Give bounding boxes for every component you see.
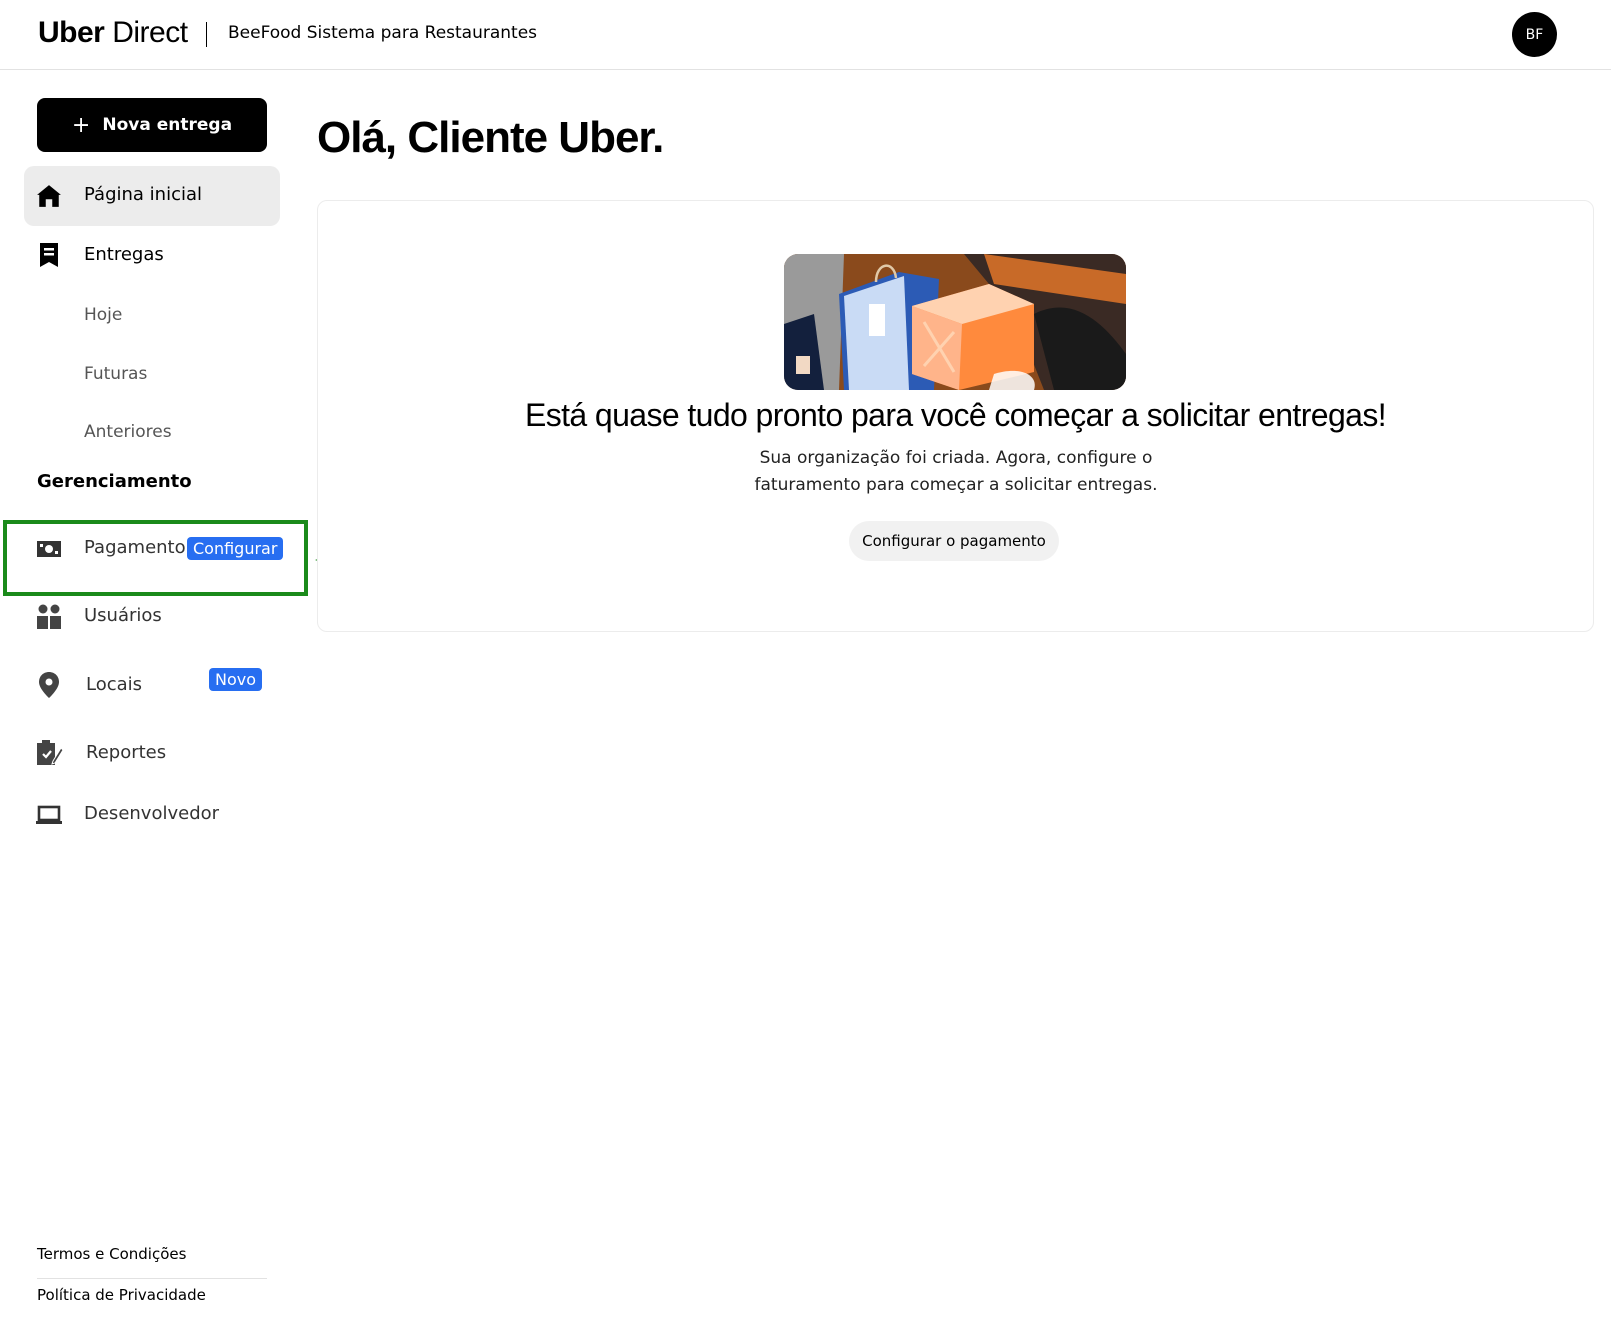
top-bar: Uber Direct BeeFood Sistema para Restaur… — [0, 0, 1611, 70]
location-pin-icon — [35, 671, 63, 699]
logo-bold-text: Uber — [38, 16, 105, 49]
sidebar-item-developer[interactable]: Desenvolvedor — [24, 788, 280, 844]
terms-link[interactable]: Termos e Condições — [37, 1245, 186, 1263]
onboarding-card: Está quase tudo pronto para você começar… — [317, 200, 1594, 632]
logo-divider — [206, 22, 207, 47]
sidebar-item-past[interactable]: Anteriores — [84, 422, 172, 442]
sidebar-item-label: Entregas — [84, 244, 164, 265]
management-section-title: Gerenciamento — [37, 471, 192, 492]
sidebar-item-home[interactable]: Página inicial — [24, 166, 280, 226]
sidebar-item-label: Usuários — [84, 605, 162, 626]
sidebar-item-label: Locais — [86, 674, 143, 695]
money-icon — [35, 535, 63, 563]
sidebar-item-today[interactable]: Hoje — [84, 305, 122, 325]
new-feature-badge: Novo — [209, 668, 263, 691]
sidebar-item-label: Desenvolvedor — [84, 803, 220, 824]
sidebar-item-deliveries[interactable]: Entregas — [24, 228, 280, 284]
sidebar: + Nova entrega Página inicial Entregas H… — [0, 70, 300, 1327]
logo-light-text: Direct — [104, 16, 188, 49]
delivery-bags-illustration — [784, 254, 1126, 390]
new-delivery-button[interactable]: + Nova entrega — [37, 98, 267, 152]
uber-direct-logo[interactable]: Uber Direct — [38, 16, 188, 50]
sidebar-item-reports[interactable]: Reportes — [24, 726, 280, 782]
sidebar-divider — [37, 1278, 267, 1279]
receipt-icon — [35, 241, 63, 269]
sidebar-item-label: Pagamento — [84, 537, 186, 558]
configure-payment-badge[interactable]: Configurar — [187, 537, 284, 560]
privacy-link[interactable]: Política de Privacidade — [37, 1286, 206, 1304]
users-icon — [35, 603, 63, 631]
configure-payment-button[interactable]: Configurar o pagamento — [849, 521, 1059, 561]
user-avatar[interactable]: BF — [1512, 12, 1557, 57]
sidebar-item-upcoming[interactable]: Futuras — [84, 364, 147, 384]
card-description: Sua organização foi criada. Agora, confi… — [754, 448, 1158, 495]
plus-icon: + — [71, 112, 91, 138]
new-delivery-label: Nova entrega — [102, 115, 233, 135]
laptop-icon — [35, 801, 63, 829]
sidebar-item-users[interactable]: Usuários — [24, 590, 280, 646]
sidebar-item-label: Reportes — [86, 742, 167, 763]
page-title: Olá, Cliente Uber. — [317, 113, 664, 162]
organization-name: BeeFood Sistema para Restaurantes — [228, 23, 538, 43]
card-headline: Está quase tudo pronto para você começar… — [524, 397, 1387, 433]
clipboard-edit-icon — [35, 739, 63, 767]
home-icon — [35, 182, 63, 210]
sidebar-item-label: Página inicial — [84, 184, 203, 205]
